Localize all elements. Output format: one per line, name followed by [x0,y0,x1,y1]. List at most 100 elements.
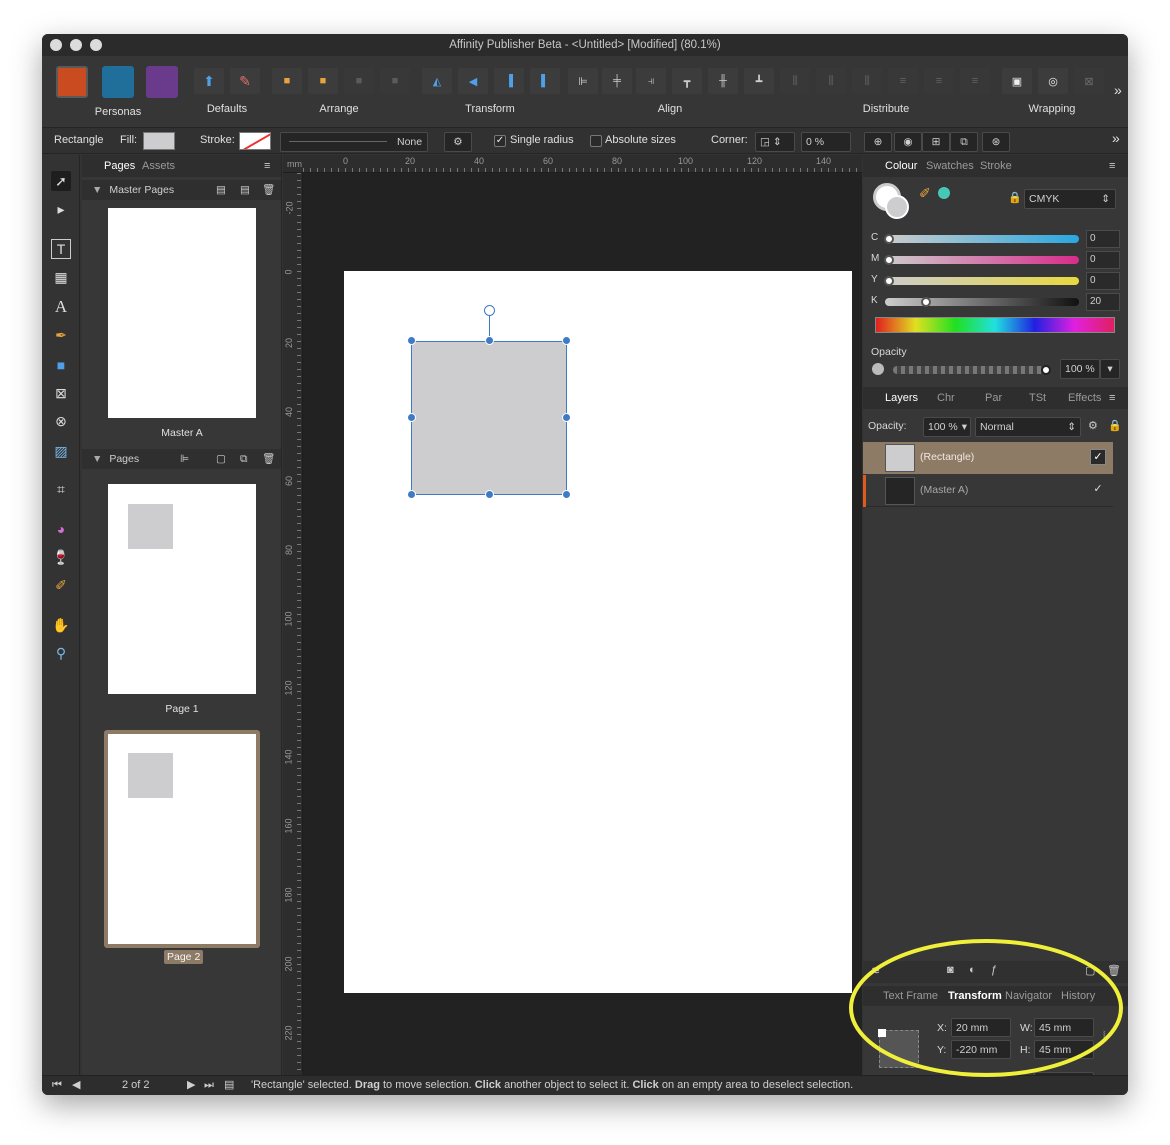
arrange-back-button[interactable]: ■ [380,68,410,94]
page-2-thumbnail[interactable] [104,730,260,948]
channel-y-knob[interactable] [884,276,894,286]
distribute-center-button[interactable]: ⫼ [816,68,846,94]
absolute-sizes-checkbox[interactable] [590,135,602,147]
channel-m-knob[interactable] [884,255,894,265]
previous-page-icon[interactable]: ◀ [72,1076,80,1095]
transparency-tool-icon[interactable]: 🍷 [51,547,71,567]
tab-swatches[interactable]: Swatches [926,160,974,172]
align-bottom-button[interactable]: ┻ [744,68,774,94]
tab-assets[interactable]: Assets [142,160,175,172]
rotation-handle[interactable] [484,305,495,316]
channel-c-value[interactable]: 0 [1086,230,1120,248]
minimize-window-button[interactable] [70,39,82,51]
margins-button[interactable]: ⊞ [922,132,950,152]
delete-page-icon[interactable]: 🗑 [262,449,275,469]
tab-effects[interactable]: Effects [1068,392,1101,404]
distribute-bottom-button[interactable]: ≡ [960,68,990,94]
tab-stroke[interactable]: Stroke [980,160,1012,172]
corner-type-select[interactable]: ◲ ⇕ [755,132,795,152]
last-page-icon[interactable]: ⏭ [204,1076,214,1095]
align-right-button[interactable]: ⫣ [636,68,666,94]
disclosure-triangle-icon[interactable]: ▼ [92,453,102,465]
publisher-persona-icon[interactable] [56,66,88,98]
channel-y-value[interactable]: 0 [1086,272,1120,290]
tab-pages[interactable]: Pages [104,160,135,172]
tab-layers[interactable]: Layers [885,392,918,404]
tab-chr[interactable]: Chr [937,392,955,404]
context-overflow-icon[interactable]: » [1112,130,1120,146]
artistic-text-tool-icon[interactable]: A [51,297,71,317]
fill-swatch[interactable] [143,132,175,150]
master-pages-header[interactable]: ▼ Master Pages ▤ ▤ 🗑 [82,180,281,200]
panel-menu-icon[interactable]: ≡ [1109,392,1115,404]
disclosure-triangle-icon[interactable]: ▼ [92,184,102,196]
flip-horizontal-button[interactable]: ◭ [422,68,452,94]
flip-vertical-button[interactable]: ◀ [458,68,488,94]
ellipse-frame-tool-icon[interactable]: ⊗ [51,411,71,431]
rotate-left-button[interactable]: ▐ [494,68,524,94]
page-list-icon[interactable]: ▤ [224,1076,234,1095]
opacity-slider[interactable] [893,366,1049,374]
wrap-ignore-button[interactable]: ⊠ [1074,68,1104,94]
preview-button[interactable]: ⊛ [982,132,1010,152]
master-a-thumbnail[interactable] [108,208,256,418]
eyedropper-icon[interactable]: ✐ [919,185,931,202]
distribute-right-button[interactable]: ⫼ [852,68,882,94]
channel-c-knob[interactable] [884,234,894,244]
photo-persona-icon[interactable] [146,66,178,98]
tab-colour[interactable]: Colour [885,160,917,172]
single-radius-checkbox[interactable]: ✓ [494,135,506,147]
delete-master-icon[interactable]: 🗑 [262,180,275,200]
pen-tool-icon[interactable]: ✒ [51,325,71,345]
rectangle-tool-icon[interactable]: ■ [51,355,71,375]
layer-opacity-select[interactable]: 100 % ▾ [923,417,971,437]
crop-tool-icon[interactable]: ⌗ [51,479,71,499]
snapping-button[interactable]: ⊕ [864,132,892,152]
defaults-sync-button[interactable]: ⬆ [194,68,224,94]
opacity-knob[interactable] [1041,365,1051,375]
resize-handle-r[interactable] [562,413,571,422]
duplicate-page-icon[interactable]: ⧉ [240,449,248,469]
channel-k-knob[interactable] [921,297,931,307]
place-image-tool-icon[interactable]: ▨ [51,441,71,461]
add-page-icon[interactable]: ▢ [216,449,226,469]
next-page-icon[interactable]: ▶ [187,1076,195,1095]
layer-row[interactable]: (Rectangle) ✓ [863,442,1113,474]
layer-visibility-checkbox[interactable]: ✓ [1090,482,1106,498]
channel-c-slider[interactable] [885,235,1079,243]
first-page-icon[interactable]: ⏮ [52,1076,62,1095]
layer-visibility-checkbox[interactable]: ✓ [1090,449,1106,465]
channel-m-value[interactable]: 0 [1086,251,1120,269]
channel-k-value[interactable]: 20 [1086,293,1120,311]
colour-spectrum[interactable] [875,317,1115,333]
stroke-width-slider[interactable]: None [280,132,428,152]
opacity-value[interactable]: 100 % [1060,359,1100,379]
channel-k-slider[interactable] [885,298,1079,306]
move-tool-icon[interactable]: ➚ [51,171,71,191]
resize-handle-tl[interactable] [407,336,416,345]
wrap-show-button[interactable]: ◎ [1038,68,1068,94]
resize-handle-tr[interactable] [562,336,571,345]
arrange-front-button[interactable]: ■ [272,68,302,94]
channel-y-slider[interactable] [885,277,1079,285]
node-tool-icon[interactable]: ▸ [51,199,71,219]
pages-header[interactable]: ▼ Pages ⊫ ▢ ⧉ 🗑 [82,449,281,469]
color-picker-tool-icon[interactable]: ✐ [51,575,71,595]
view-mode-button[interactable]: ◉ [894,132,922,152]
toolbar-overflow-icon[interactable]: » [1114,82,1122,98]
stroke-colour-well[interactable] [885,195,909,219]
bleed-button[interactable]: ⧉ [950,132,978,152]
distribute-top-button[interactable]: ≡ [888,68,918,94]
canvas-area[interactable]: mm 0 20 40 60 80 100 120 140 -20 0 20 40… [283,155,862,1075]
fill-tool-icon[interactable]: ◕ [51,519,71,539]
tab-tst[interactable]: TSt [1029,392,1046,404]
page-options-icon[interactable]: ⊫ [180,449,189,469]
opacity-dropdown-icon[interactable]: ▾ [1100,359,1120,379]
wrap-settings-button[interactable]: ▣ [1002,68,1032,94]
layer-name[interactable]: (Rectangle) [920,451,974,463]
layer-row[interactable]: (Master A) ✓ [863,475,1113,507]
tab-par[interactable]: Par [985,392,1002,404]
stroke-settings-button[interactable]: ⚙ [444,132,472,152]
resize-handle-l[interactable] [407,413,416,422]
distribute-h-button[interactable]: ⫼ [780,68,810,94]
